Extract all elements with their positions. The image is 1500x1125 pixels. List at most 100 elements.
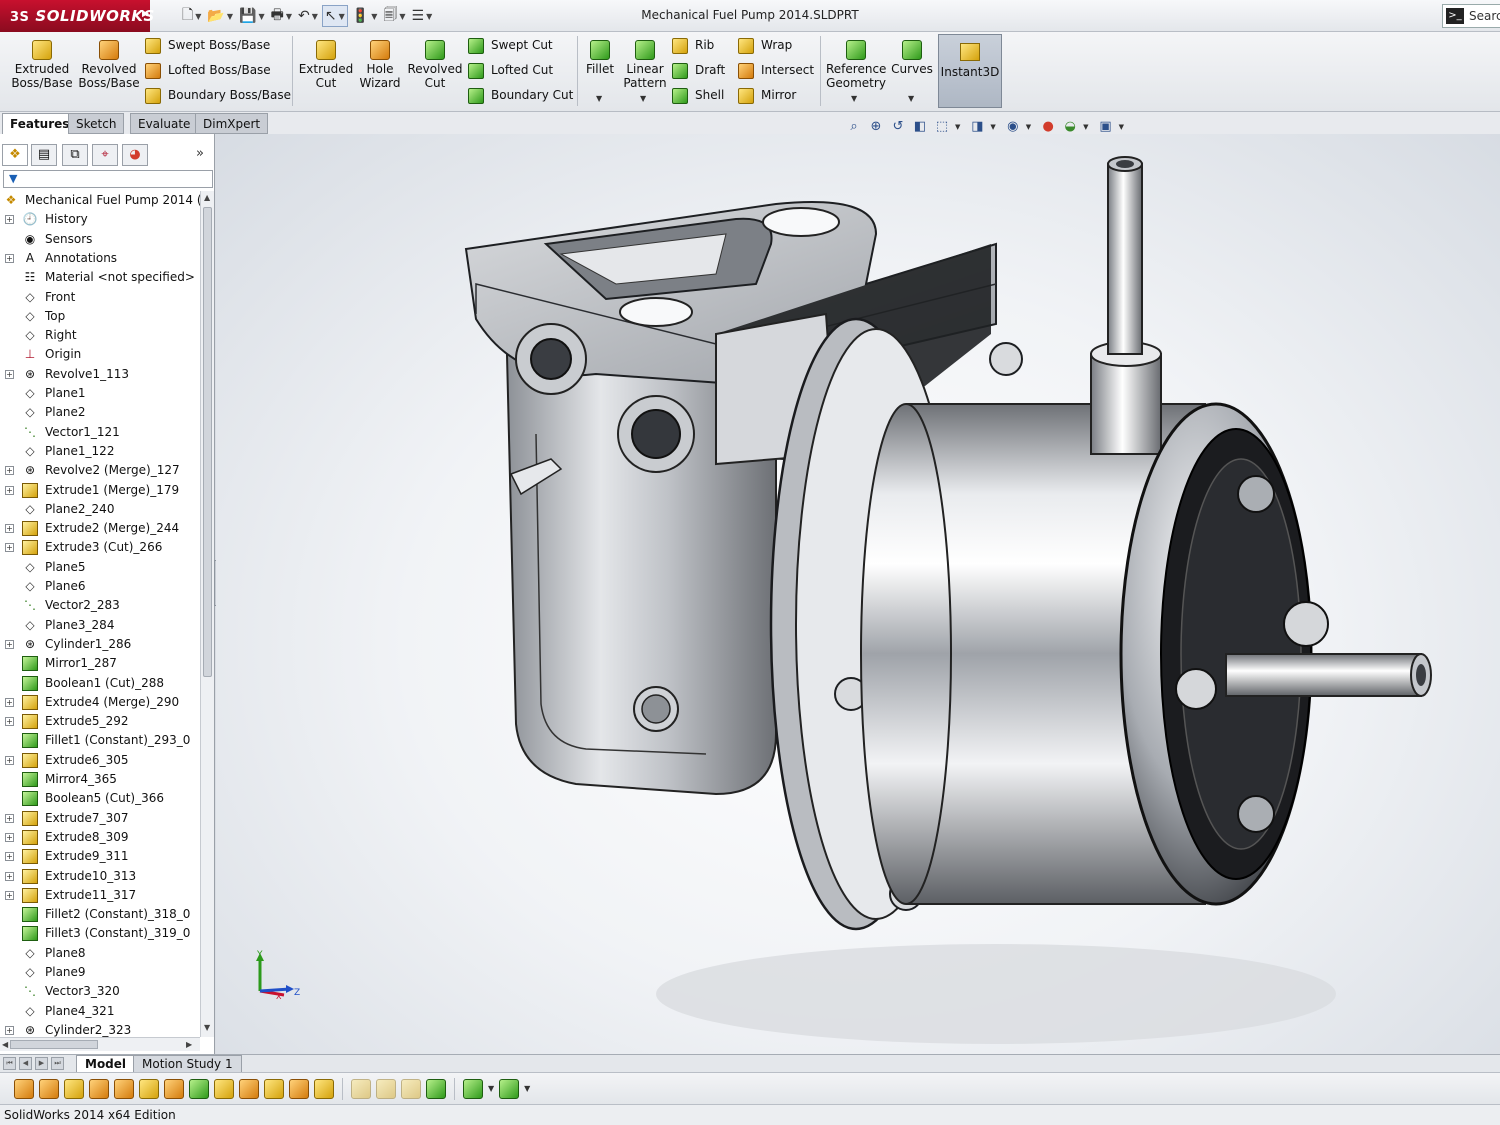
tree-item[interactable]: ◇ Plane2	[0, 403, 200, 422]
previous-view-icon[interactable]: ↺	[889, 118, 907, 136]
undo-button[interactable]: ↶ ▼	[296, 5, 320, 27]
tab-features[interactable]: Features	[2, 113, 78, 134]
tree-item[interactable]: + 🕘 History	[0, 210, 200, 229]
reference-geometry-dropdown-icon[interactable]: ▼	[488, 1084, 494, 1093]
print-button[interactable]: 🖶 ▼	[269, 5, 294, 27]
graphics-area[interactable]: Y X Z	[216, 134, 1500, 1054]
reference-geometry-dropdown-icon[interactable]: ▼	[851, 94, 857, 103]
lofted-boss-button[interactable]: Lofted Boss/Base	[145, 59, 271, 81]
tree-item[interactable]: + Extrude6_305	[0, 751, 200, 770]
tree-item[interactable]: + Extrude9_311	[0, 847, 200, 866]
tree-item[interactable]: Fillet1 (Constant)_293_0	[0, 731, 200, 750]
rebuild-button[interactable]: 🚦 ▼	[350, 5, 380, 27]
revolved-boss-icon[interactable]	[39, 1078, 59, 1099]
tree-item[interactable]: + Extrude2 (Merge)_244	[0, 519, 200, 538]
options-button[interactable]: ☰ ▼	[410, 5, 435, 27]
lofted-cut-icon[interactable]	[239, 1078, 259, 1099]
view-orientation-dropdown-icon[interactable]: ▼	[955, 118, 960, 138]
horizontal-scrollbar-thumb[interactable]	[10, 1040, 98, 1049]
expand-plus-icon[interactable]: +	[5, 639, 14, 649]
tab-model[interactable]: Model	[76, 1055, 136, 1073]
rib-button[interactable]: Rib	[672, 34, 714, 56]
expand-plus-icon[interactable]: +	[5, 890, 14, 900]
expand-plus-icon[interactable]: +	[5, 485, 14, 495]
view-settings-icon[interactable]: ▣	[1097, 118, 1115, 136]
scrollbar-thumb[interactable]	[203, 207, 212, 677]
tree-item[interactable]: ◇ Plane8	[0, 944, 200, 963]
expand-plus-icon[interactable]: +	[5, 755, 14, 765]
tree-item[interactable]: ◇ Plane1	[0, 384, 200, 403]
tree-item[interactable]: + Extrude7_307	[0, 809, 200, 828]
shell-icon[interactable]	[376, 1078, 396, 1099]
feature-tree-filter[interactable]: ▼	[3, 170, 213, 188]
tree-item[interactable]: + A Annotations	[0, 249, 200, 268]
rib-icon[interactable]	[314, 1078, 334, 1099]
extruded-cut-icon[interactable]	[139, 1078, 159, 1099]
apply-scene-icon[interactable]: ◒	[1061, 118, 1079, 136]
fillet-dropdown-icon[interactable]: ▼	[596, 94, 602, 103]
revolved-cut-icon[interactable]	[189, 1078, 209, 1099]
tree-item[interactable]: ◇ Plane6	[0, 577, 200, 596]
last-tab-icon[interactable]: ⏭	[51, 1057, 64, 1070]
tree-item[interactable]: + ⊛ Cylinder1_286	[0, 635, 200, 654]
tree-item[interactable]: Fillet3 (Constant)_319_0	[0, 924, 200, 943]
configuration-manager-tab[interactable]: ⧉	[62, 144, 88, 166]
view-settings-dropdown-icon[interactable]: ▼	[1119, 118, 1124, 138]
scroll-up-icon[interactable]: ▲	[204, 193, 210, 202]
display-style-dropdown-icon[interactable]: ▼	[990, 118, 995, 138]
swept-cut-button[interactable]: Swept Cut	[468, 34, 553, 56]
swept-boss-icon[interactable]	[64, 1078, 84, 1099]
feature-tree-vertical-scrollbar[interactable]: ▲ ▼	[200, 191, 214, 1037]
lofted-cut-button[interactable]: Lofted Cut	[468, 59, 553, 81]
first-tab-icon[interactable]: ⏮	[3, 1057, 16, 1070]
draft-button[interactable]: Draft	[672, 59, 725, 81]
tree-item[interactable]: ◇ Plane3_284	[0, 616, 200, 635]
feature-manager-tree-tab[interactable]: ❖	[2, 144, 28, 166]
tree-item[interactable]: + Extrude4 (Merge)_290	[0, 693, 200, 712]
tree-item[interactable]: + ⊛ Revolve1_113	[0, 365, 200, 384]
intersect-button[interactable]: Intersect	[738, 59, 814, 81]
tree-item[interactable]: + Extrude8_309	[0, 828, 200, 847]
edit-appearance-icon[interactable]: ●	[1039, 118, 1057, 136]
previous-tab-icon[interactable]: ◀	[19, 1057, 32, 1070]
save-button[interactable]: 💾 ▼	[237, 5, 267, 27]
tree-item[interactable]: ◇ Top	[0, 307, 200, 326]
fillet-icon[interactable]	[289, 1078, 309, 1099]
curves-dropdown-icon[interactable]: ▼	[908, 94, 914, 103]
section-view-icon[interactable]: ◧	[911, 118, 929, 136]
boundary-boss-button[interactable]: Boundary Boss/Base	[145, 84, 291, 106]
expand-plus-icon[interactable]: +	[5, 466, 14, 476]
curves-button[interactable]: Curves	[890, 40, 934, 76]
expand-plus-icon[interactable]: +	[5, 852, 14, 862]
tree-item[interactable]: ◇ Front	[0, 288, 200, 307]
view-orientation-icon[interactable]: ⬚	[933, 118, 951, 136]
reference-geometry-button[interactable]: Reference Geometry	[826, 40, 886, 90]
next-tab-icon[interactable]: ▶	[35, 1057, 48, 1070]
swept-boss-button[interactable]: Swept Boss/Base	[145, 34, 270, 56]
display-manager-tab[interactable]: ◕	[122, 144, 148, 166]
tree-item[interactable]: + Extrude11_317	[0, 886, 200, 905]
chevron-down-icon[interactable]: ▼	[312, 12, 318, 21]
tree-item[interactable]: Fillet2 (Constant)_318_0	[0, 905, 200, 924]
apply-scene-dropdown-icon[interactable]: ▼	[1083, 118, 1088, 138]
select-button[interactable]: ↖ ▼	[321, 5, 348, 27]
tree-item[interactable]: Boolean1 (Cut)_288	[0, 674, 200, 693]
feature-tree-horizontal-scrollbar[interactable]: ◀ ▶	[0, 1037, 200, 1051]
tab-sketch[interactable]: Sketch	[68, 113, 125, 134]
tree-item[interactable]: ◇ Right	[0, 326, 200, 345]
linear-pattern-dropdown-icon[interactable]: ▼	[640, 94, 646, 103]
chevron-down-icon[interactable]: ▼	[195, 12, 201, 21]
search-commands-box[interactable]: >_ Searc	[1442, 4, 1500, 28]
boundary-boss-icon[interactable]	[114, 1078, 134, 1099]
expand-plus-icon[interactable]: +	[5, 369, 14, 379]
tree-item[interactable]: Mirror1_287	[0, 654, 200, 673]
tree-item[interactable]: ⋱ Vector3_320	[0, 982, 200, 1001]
mirror-button[interactable]: Mirror	[738, 84, 796, 106]
scroll-down-icon[interactable]: ▼	[204, 1023, 210, 1032]
property-manager-tab[interactable]: ▤	[31, 144, 57, 166]
extruded-boss-button[interactable]: Extruded Boss/Base	[10, 40, 74, 90]
tree-item[interactable]: ⋱ Vector2_283	[0, 596, 200, 615]
tab-evaluate[interactable]: Evaluate	[130, 113, 199, 134]
wrap-icon[interactable]	[401, 1078, 421, 1099]
tree-item[interactable]: Boolean5 (Cut)_366	[0, 789, 200, 808]
